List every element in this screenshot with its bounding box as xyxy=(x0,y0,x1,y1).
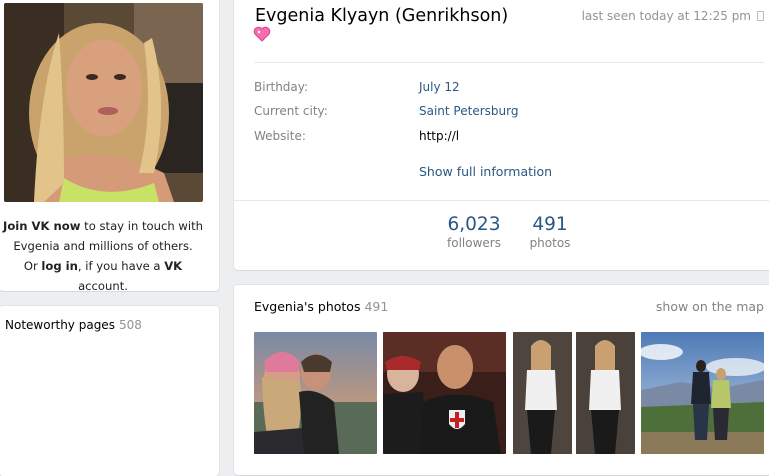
photos-header[interactable]: Evgenia's photos 491 xyxy=(254,299,388,314)
followers-counter[interactable]: 6,023 followers xyxy=(439,214,509,250)
or-text: Or xyxy=(23,259,42,273)
last-seen-status: last seen today at 12:25 pm xyxy=(582,9,764,23)
show-on-map-link[interactable]: show on the map xyxy=(656,299,764,314)
noteworthy-pages-label: Noteworthy pages xyxy=(5,318,115,332)
account-text: account. xyxy=(78,279,128,291)
info-label: Website: xyxy=(254,129,306,143)
divider xyxy=(234,200,769,201)
noteworthy-pages-card: Noteworthy pages 508 xyxy=(0,306,219,476)
photo-thumbnail[interactable] xyxy=(254,332,377,454)
show-full-information-link[interactable]: Show full information xyxy=(419,164,552,179)
profile-avatar[interactable] xyxy=(4,3,203,202)
join-text: to stay in touch with xyxy=(80,219,203,233)
profile-info-card: Evgenia Klyayn (Genrikhson) last seen to… xyxy=(234,0,769,270)
photos-counter[interactable]: 491 photos xyxy=(520,214,580,250)
followers-label: followers xyxy=(447,236,501,250)
profile-name: Evgenia Klyayn (Genrikhson) xyxy=(255,6,509,26)
photos-label: photos xyxy=(529,236,571,250)
noteworthy-pages-count: 508 xyxy=(118,318,142,332)
vk-text: VK xyxy=(164,259,183,273)
join-prompt: Join VK now to stay in touch with Evgeni… xyxy=(0,216,207,291)
info-label: Birthday: xyxy=(254,80,309,94)
info-label: Current city: xyxy=(254,104,328,118)
profile-sidebar-card: Join VK now to stay in touch with Evgeni… xyxy=(0,0,219,291)
divider xyxy=(254,62,764,63)
photos-title: Evgenia's photos xyxy=(254,299,361,314)
photos-title-count: 491 xyxy=(364,299,389,314)
photos-card: Evgenia's photos 491 show on the map xyxy=(234,285,769,475)
followers-count: 6,023 xyxy=(447,214,501,235)
photo-thumbnail[interactable] xyxy=(383,332,506,454)
birthday-link[interactable]: July 12 xyxy=(419,80,460,94)
join-link[interactable]: Join VK now xyxy=(3,219,80,233)
last-seen-text: last seen today at 12:25 pm xyxy=(581,9,751,23)
website-value[interactable]: http://l xyxy=(419,129,459,143)
login-link[interactable]: log in xyxy=(41,259,78,273)
photos-count: 491 xyxy=(532,214,568,235)
photo-thumbnail[interactable] xyxy=(513,332,635,454)
mobile-phone-icon xyxy=(757,11,764,21)
join-text-line2: Evgenia and millions of others. xyxy=(13,239,193,253)
photo-thumbnail[interactable] xyxy=(641,332,764,454)
if-text: , if you have a xyxy=(77,259,165,273)
city-link[interactable]: Saint Petersburg xyxy=(419,104,518,118)
sparkling-heart-icon xyxy=(253,26,273,42)
noteworthy-pages-header[interactable]: Noteworthy pages 508 xyxy=(5,318,142,332)
